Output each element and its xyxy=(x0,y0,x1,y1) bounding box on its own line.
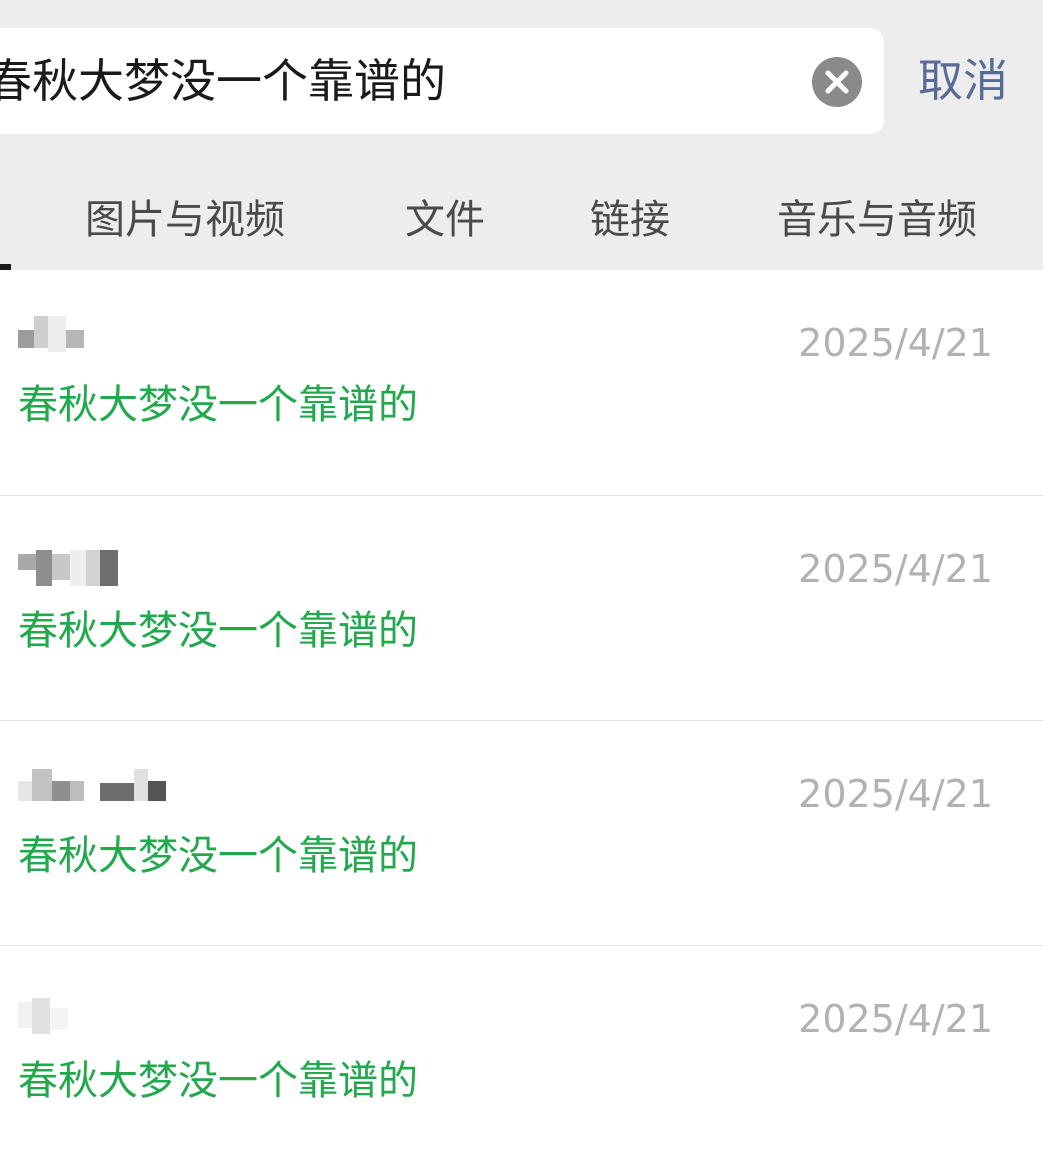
tab-files[interactable]: 文件 xyxy=(405,190,485,250)
tab-music-audio[interactable]: 音乐与音频 xyxy=(777,190,977,250)
sender-name-blurred xyxy=(18,769,178,805)
sender-name-blurred xyxy=(18,550,138,586)
search-results-page: 春秋大梦没一个靠谱的 取消 图片与视频 文件 链接 音乐与音频 2025/4/2… xyxy=(0,0,1043,1161)
result-item[interactable]: 2025/4/21 春秋大梦没一个靠谱的 xyxy=(0,946,1043,1161)
search-header: 春秋大梦没一个靠谱的 取消 图片与视频 文件 链接 音乐与音频 xyxy=(0,0,1043,270)
search-input[interactable]: 春秋大梦没一个靠谱的 xyxy=(0,28,446,134)
tab-images-videos[interactable]: 图片与视频 xyxy=(85,190,285,250)
message-match-text: 春秋大梦没一个靠谱的 xyxy=(18,608,418,654)
message-date: 2025/4/21 xyxy=(798,772,993,816)
message-match-text: 春秋大梦没一个靠谱的 xyxy=(18,833,418,879)
sender-name-blurred xyxy=(18,316,88,352)
message-date: 2025/4/21 xyxy=(798,997,993,1041)
tab-links[interactable]: 链接 xyxy=(590,190,670,250)
message-date: 2025/4/21 xyxy=(798,547,993,591)
result-item[interactable]: 2025/4/21 春秋大梦没一个靠谱的 xyxy=(0,721,1043,946)
message-date: 2025/4/21 xyxy=(798,321,993,365)
result-item[interactable]: 2025/4/21 春秋大梦没一个靠谱的 xyxy=(0,270,1043,495)
sender-name-blurred xyxy=(18,998,78,1034)
clear-search-button[interactable] xyxy=(812,57,862,107)
message-match-text: 春秋大梦没一个靠谱的 xyxy=(18,1058,418,1104)
close-icon xyxy=(825,70,849,94)
message-match-text: 春秋大梦没一个靠谱的 xyxy=(18,382,418,428)
cancel-button[interactable]: 取消 xyxy=(918,50,1008,112)
result-item[interactable]: 2025/4/21 春秋大梦没一个靠谱的 xyxy=(0,496,1043,721)
